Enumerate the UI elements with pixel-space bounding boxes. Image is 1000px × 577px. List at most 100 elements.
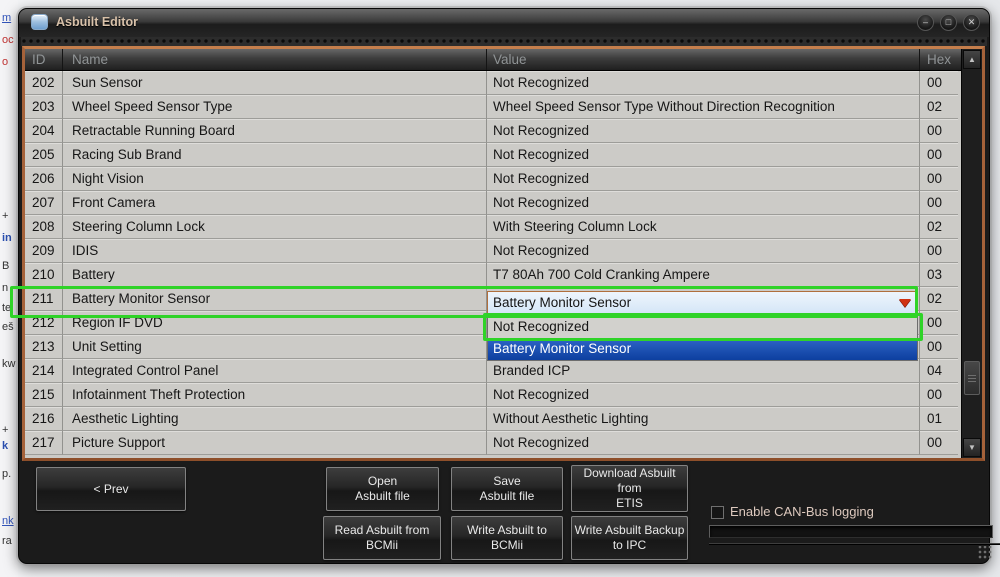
cell-name: Infotainment Theft Protection [63, 383, 487, 407]
background-text-fragment: in [2, 232, 12, 244]
scroll-up-icon[interactable]: ▲ [963, 50, 981, 69]
cell-value[interactable]: Without Aesthetic Lighting [487, 407, 920, 431]
cell-value[interactable]: Not Recognized [487, 119, 920, 143]
write-bcmii-button[interactable]: Write Asbuilt to BCMii [451, 516, 563, 560]
cell-hex: 00 [920, 431, 958, 455]
table-row[interactable]: 206Night VisionNot Recognized00 [25, 167, 961, 191]
table-row[interactable]: 217Picture SupportNot Recognized00 [25, 431, 961, 455]
open-asbuilt-button[interactable]: Open Asbuilt file [326, 467, 439, 511]
cell-name: Front Camera [63, 191, 487, 215]
cell-hex: 00 [920, 311, 958, 335]
cell-name: Picture Support [63, 431, 487, 455]
background-text-fragment: B [2, 260, 9, 272]
cell-name: Region IF DVD [63, 311, 487, 335]
cell-hex: 00 [920, 239, 958, 263]
cell-hex: 00 [920, 191, 958, 215]
asbuilt-table: ID Name Value Hex 202Sun SensorNot Recog… [25, 49, 961, 458]
table-row[interactable]: 216Aesthetic LightingWithout Aesthetic L… [25, 407, 961, 431]
header-name[interactable]: Name [63, 49, 487, 70]
background-text-fragment: te [2, 302, 11, 314]
cell-value[interactable]: Not Recognized [487, 191, 920, 215]
background-text-fragment: ra [2, 535, 12, 547]
cell-name: Sun Sensor [63, 71, 487, 95]
cell-value[interactable]: Not Recognized [487, 431, 920, 455]
cell-value[interactable]: Not Recognized [487, 383, 920, 407]
cell-name: Steering Column Lock [63, 215, 487, 239]
table-row[interactable]: 215Infotainment Theft ProtectionNot Reco… [25, 383, 961, 407]
background-webpage-sliver: moco+inBnteeškw+kp.nkra [0, 0, 18, 577]
cell-id: 213 [25, 335, 63, 359]
close-icon[interactable]: ✕ [963, 14, 980, 31]
table-row[interactable]: 214Integrated Control PanelBranded ICP04 [25, 359, 961, 383]
can-bus-logging-checkbox[interactable] [711, 506, 724, 519]
asbuilt-editor-window: Asbuilt Editor – □ ✕ ID Name Value Hex 2… [18, 8, 990, 564]
cell-value[interactable]: Wheel Speed Sensor Type Without Directio… [487, 95, 920, 119]
table-row[interactable]: 202Sun SensorNot Recognized00 [25, 71, 961, 95]
cell-value[interactable]: With Steering Column Lock [487, 215, 920, 239]
table-row[interactable]: 203Wheel Speed Sensor TypeWheel Speed Se… [25, 95, 961, 119]
cell-name: Wheel Speed Sensor Type [63, 95, 487, 119]
cell-id: 206 [25, 167, 63, 191]
titlebar: Asbuilt Editor – □ ✕ [19, 9, 989, 37]
cell-value[interactable]: T7 80Ah 700 Cold Cranking Ampere [487, 263, 920, 287]
background-text-fragment: k [2, 440, 8, 452]
cell-hex: 01 [920, 407, 958, 431]
table-row[interactable]: 210BatteryT7 80Ah 700 Cold Cranking Ampe… [25, 263, 961, 287]
scrollbar-thumb[interactable] [964, 361, 980, 395]
maximize-icon[interactable]: □ [940, 14, 957, 31]
scroll-down-icon[interactable]: ▼ [963, 438, 981, 457]
header-value[interactable]: Value [487, 49, 920, 70]
background-text-fragment: kw [2, 358, 15, 370]
prev-button[interactable]: < Prev [36, 467, 186, 511]
read-bcmii-button[interactable]: Read Asbuilt from BCMii [323, 516, 441, 560]
can-bus-logging-label: Enable CAN-Bus logging [730, 504, 874, 519]
table-row[interactable]: 208Steering Column LockWith Steering Col… [25, 215, 961, 239]
cell-id: 216 [25, 407, 63, 431]
cell-hex: 00 [920, 71, 958, 95]
cell-name: Night Vision [63, 167, 487, 191]
vertical-scrollbar[interactable]: ▲ ▼ [961, 49, 982, 458]
cell-id: 204 [25, 119, 63, 143]
table-row[interactable]: 204Retractable Running BoardNot Recogniz… [25, 119, 961, 143]
value-dropdown-list: Not Recognized Battery Monitor Sensor [487, 315, 918, 361]
dropdown-item[interactable]: Not Recognized [488, 316, 917, 338]
cell-hex: 02 [920, 215, 958, 239]
download-etis-button[interactable]: Download Asbuilt from ETIS [571, 465, 688, 512]
desktop: moco+inBnteeškw+kp.nkra Asbuilt Editor –… [0, 0, 1000, 577]
combo-dropdown-arrow-icon[interactable] [899, 299, 911, 307]
cell-value[interactable]: Not Recognized [487, 71, 920, 95]
table-row[interactable]: 209IDISNot Recognized00 [25, 239, 961, 263]
table-row[interactable]: 207Front CameraNot Recognized00 [25, 191, 961, 215]
header-id[interactable]: ID [25, 49, 63, 70]
background-text-fragment: m [2, 12, 11, 24]
resize-grip[interactable] [977, 546, 993, 560]
cell-name: Racing Sub Brand [63, 143, 487, 167]
save-asbuilt-button[interactable]: Save Asbuilt file [451, 467, 563, 511]
cell-id: 210 [25, 263, 63, 287]
cell-value[interactable]: Not Recognized [487, 239, 920, 263]
minimize-icon[interactable]: – [917, 14, 934, 31]
window-controls: – □ ✕ [917, 14, 980, 31]
write-ipc-backup-button[interactable]: Write Asbuilt Backup to IPC [571, 516, 688, 560]
cell-value[interactable]: Branded ICP [487, 359, 920, 383]
cell-hex: 00 [920, 335, 958, 359]
cell-name: Unit Setting [63, 335, 487, 359]
header-hex[interactable]: Hex [920, 49, 958, 70]
table-row[interactable]: 205Racing Sub BrandNot Recognized00 [25, 143, 961, 167]
cell-hex: 00 [920, 383, 958, 407]
cell-id: 211 [25, 287, 63, 311]
dropdown-item-selected[interactable]: Battery Monitor Sensor [488, 338, 917, 360]
panel-divider [709, 543, 1000, 544]
cell-hex: 02 [920, 287, 958, 311]
cell-hex: 00 [920, 119, 958, 143]
background-text-fragment: nk [2, 515, 14, 527]
cell-id: 202 [25, 71, 63, 95]
cell-value[interactable]: Not Recognized [487, 167, 920, 191]
value-combo-box[interactable]: Battery Monitor Sensor [487, 291, 918, 314]
background-text-fragment: n [2, 282, 8, 294]
cell-value[interactable]: Not Recognized [487, 143, 920, 167]
cell-name: Aesthetic Lighting [63, 407, 487, 431]
cell-id: 208 [25, 215, 63, 239]
window-title: Asbuilt Editor [56, 15, 138, 29]
cell-id: 215 [25, 383, 63, 407]
